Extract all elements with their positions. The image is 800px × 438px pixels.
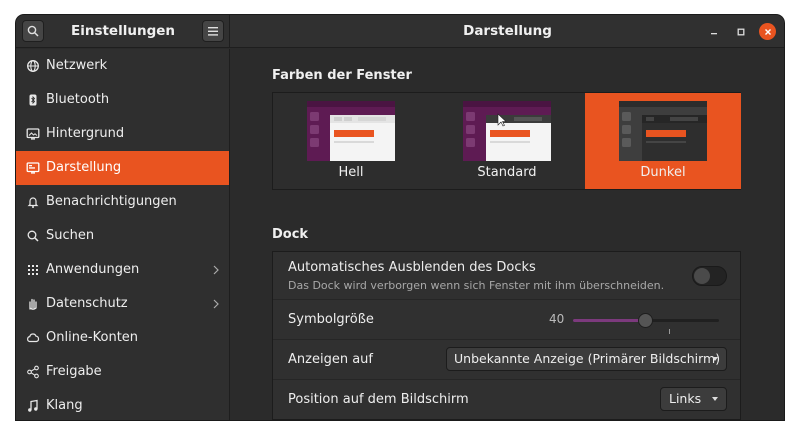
- sidebar-item-label: Netzwerk: [46, 58, 108, 73]
- appearance-icon: [26, 162, 40, 174]
- close-button[interactable]: [759, 23, 776, 40]
- theme-option-standard[interactable]: Standard: [429, 93, 585, 189]
- network-icon: [27, 60, 39, 72]
- icon-size-label: Symbolgröße: [288, 312, 374, 327]
- sidebar-item-darstellung[interactable]: Darstellung: [16, 151, 229, 185]
- position-dropdown[interactable]: Links: [660, 387, 727, 411]
- show-on-row: Anzeigen auf Unbekannte Anzeige (Primäre…: [273, 340, 740, 380]
- sidebar: Netzwerk Bluetooth Hintergrund Darstellu…: [16, 49, 230, 420]
- show-on-value: Unbekannte Anzeige (Primärer Bildschirm): [454, 351, 721, 366]
- theme-preview-light: [307, 101, 395, 161]
- sidebar-item-bluetooth[interactable]: Bluetooth: [16, 83, 229, 117]
- appearance-panel: Farben der Fenster Hell Standard Dunkel …: [231, 49, 784, 420]
- cloud-icon: [27, 333, 40, 343]
- theme-label: Hell: [338, 165, 364, 180]
- sidebar-item-datenschutz[interactable]: Datenschutz: [16, 287, 229, 321]
- position-value: Links: [669, 391, 702, 406]
- dock-settings-list: Automatisches Ausblenden des Docks Das D…: [272, 251, 741, 420]
- settings-window: Einstellungen Darstellung Netzwerk Bluet…: [16, 15, 784, 420]
- page-title: Darstellung: [463, 23, 552, 39]
- search-icon: [27, 230, 39, 242]
- theme-preview-standard: [463, 101, 551, 161]
- chevron-right-icon: [213, 265, 219, 275]
- menu-button[interactable]: [202, 20, 224, 42]
- music-note-icon: [28, 399, 38, 412]
- dropdown-arrow-icon: [712, 357, 718, 361]
- autohide-toggle[interactable]: [692, 266, 727, 286]
- show-on-dropdown[interactable]: Unbekannte Anzeige (Primärer Bildschirm): [446, 347, 727, 371]
- sidebar-item-label: Bluetooth: [46, 92, 110, 107]
- theme-selector: Hell Standard Dunkel: [272, 92, 741, 190]
- minimize-icon: [710, 32, 717, 34]
- autohide-description: Das Dock wird verborgen wenn sich Fenste…: [288, 279, 665, 292]
- sidebar-item-label: Online-Konten: [46, 330, 139, 345]
- autohide-row: Automatisches Ausblenden des Docks Das D…: [273, 252, 740, 300]
- theme-label: Dunkel: [640, 165, 686, 180]
- sidebar-item-netzwerk[interactable]: Netzwerk: [16, 49, 229, 83]
- apps-grid-icon: [28, 265, 38, 275]
- icon-size-row: Symbolgröße 40: [273, 300, 740, 340]
- share-icon: [27, 365, 39, 379]
- bell-icon: [27, 197, 39, 208]
- theme-preview-dark: [619, 101, 707, 161]
- hand-icon: [29, 298, 37, 310]
- sidebar-header: Einstellungen: [16, 15, 230, 48]
- theme-option-hell[interactable]: Hell: [273, 93, 429, 189]
- background-icon: [26, 128, 40, 140]
- sidebar-item-label: Freigabe: [46, 364, 102, 379]
- slider-fill: [573, 319, 646, 322]
- position-label: Position auf dem Bildschirm: [288, 392, 469, 407]
- autohide-label: Automatisches Ausblenden des Docks: [288, 260, 536, 275]
- sidebar-item-label: Darstellung: [46, 160, 122, 175]
- sidebar-item-label: Hintergrund: [46, 126, 125, 141]
- sidebar-item-suchen[interactable]: Suchen: [16, 219, 229, 253]
- icon-size-value: 40: [549, 312, 565, 326]
- dock-section-title: Dock: [272, 227, 309, 242]
- app-title: Einstellungen: [70, 23, 175, 39]
- sidebar-item-anwendungen[interactable]: Anwendungen: [16, 253, 229, 287]
- sidebar-item-label: Klang: [46, 398, 83, 413]
- chevron-right-icon: [213, 299, 219, 309]
- icon-size-slider[interactable]: [573, 313, 719, 328]
- sidebar-item-benachrichtigungen[interactable]: Benachrichtigungen: [16, 185, 229, 219]
- sidebar-item-label: Anwendungen: [46, 262, 140, 277]
- header-bar: Einstellungen Darstellung: [16, 15, 784, 48]
- theme-label: Standard: [477, 165, 537, 180]
- theme-option-dunkel[interactable]: Dunkel: [585, 93, 741, 189]
- position-row: Position auf dem Bildschirm Links: [273, 380, 740, 420]
- sidebar-item-online-konten[interactable]: Online-Konten: [16, 321, 229, 355]
- sidebar-item-label: Suchen: [46, 228, 95, 243]
- bluetooth-icon: [29, 94, 37, 106]
- minimize-button[interactable]: [705, 23, 722, 40]
- search-button[interactable]: [22, 20, 44, 42]
- toggle-knob: [694, 268, 710, 284]
- sidebar-item-hintergrund[interactable]: Hintergrund: [16, 117, 229, 151]
- search-icon: [27, 25, 39, 37]
- dropdown-arrow-icon: [712, 397, 718, 401]
- hamburger-menu-icon: [208, 26, 218, 36]
- close-icon: [764, 28, 771, 35]
- sidebar-item-freigabe[interactable]: Freigabe: [16, 355, 229, 389]
- sidebar-item-label: Benachrichtigungen: [46, 194, 177, 209]
- slider-handle[interactable]: [638, 313, 653, 328]
- sidebar-item-klang[interactable]: Klang: [16, 389, 229, 420]
- show-on-label: Anzeigen auf: [288, 352, 373, 367]
- themes-section-title: Farben der Fenster: [272, 68, 412, 83]
- maximize-icon: [737, 28, 744, 35]
- maximize-button[interactable]: [732, 23, 749, 40]
- sidebar-item-label: Datenschutz: [46, 296, 128, 311]
- slider-tick-mark: [669, 329, 670, 334]
